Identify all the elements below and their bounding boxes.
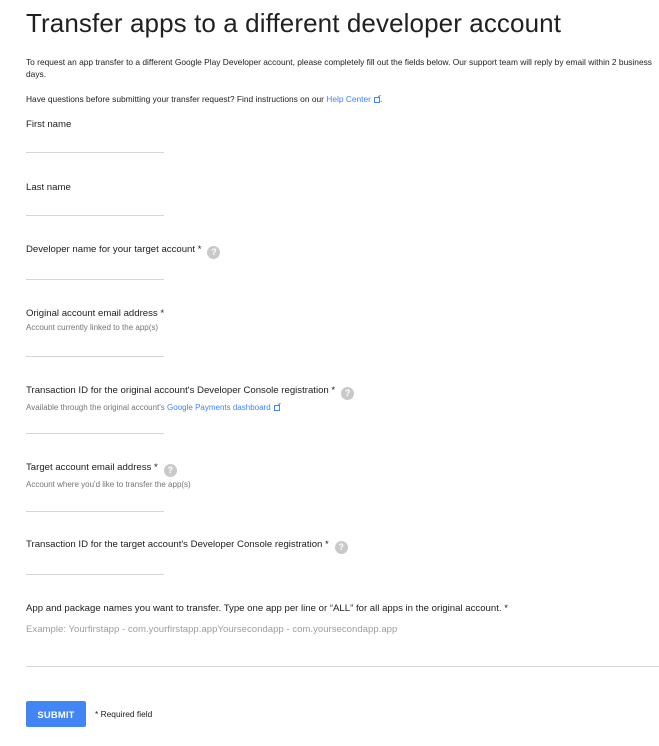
target-transaction-label-text: Transaction ID for the target account's … <box>26 539 329 550</box>
original-email-input[interactable] <box>26 342 164 357</box>
target-email-hint: Account where you'd like to transfer the… <box>26 480 191 489</box>
original-transaction-hint-text: Available through the original account's <box>26 403 165 412</box>
submit-button[interactable]: SUBMIT <box>26 701 86 727</box>
first-name-input[interactable] <box>26 138 164 153</box>
first-name-label: First name <box>26 119 72 130</box>
google-payments-dashboard-link-label: Google Payments dashboard <box>167 403 271 412</box>
developer-name-label-text: Developer name for your target account * <box>26 244 202 255</box>
original-email-label: Original account email address * <box>26 308 165 319</box>
last-name-field: Last name <box>26 181 71 194</box>
developer-name-label: Developer name for your target account *… <box>26 243 221 259</box>
last-name-input[interactable] <box>26 201 164 216</box>
original-transaction-hint: Available through the original account's… <box>26 403 354 412</box>
questions-text: Have questions before submitting your tr… <box>26 94 656 106</box>
target-email-label-text: Target account email address * <box>26 462 158 473</box>
developer-name-field: Developer name for your target account *… <box>26 243 221 259</box>
help-center-link-label: Help Center <box>326 94 371 104</box>
first-name-field: First name <box>26 118 71 131</box>
apps-label: App and package names you want to transf… <box>26 603 508 614</box>
target-transaction-field: Transaction ID for the target account's … <box>26 538 348 554</box>
original-email-field: Original account email address * Account… <box>26 307 164 332</box>
target-email-input[interactable] <box>26 497 164 512</box>
last-name-label: Last name <box>26 182 71 193</box>
apps-field: App and package names you want to transf… <box>26 602 508 615</box>
intro-text: To request an app transfer to a differen… <box>26 57 652 79</box>
apps-placeholder: Example: Yourfirstapp - com.yourfirstapp… <box>26 624 398 635</box>
apps-textarea[interactable]: Example: Yourfirstapp - com.yourfirstapp… <box>26 620 659 667</box>
google-payments-dashboard-link[interactable]: Google Payments dashboard <box>167 403 280 412</box>
target-email-label: Target account email address *? <box>26 461 191 477</box>
original-transaction-input[interactable] <box>26 419 164 434</box>
page-title: Transfer apps to a different developer a… <box>26 8 562 38</box>
original-transaction-label: Transaction ID for the original account'… <box>26 384 355 400</box>
required-field-note: * Required field <box>95 709 153 719</box>
help-icon[interactable]: ? <box>334 541 348 554</box>
external-link-icon <box>373 97 380 103</box>
help-center-link[interactable]: Help Center <box>326 94 380 104</box>
help-icon[interactable]: ? <box>163 464 177 477</box>
developer-name-input[interactable] <box>26 265 164 280</box>
original-email-hint: Account currently linked to the app(s) <box>26 323 159 332</box>
original-transaction-field: Transaction ID for the original account'… <box>26 384 355 412</box>
target-email-field: Target account email address *? Account … <box>26 461 191 489</box>
original-transaction-label-text: Transaction ID for the original account'… <box>26 385 336 396</box>
target-transaction-label: Transaction ID for the target account's … <box>26 538 348 554</box>
help-icon[interactable]: ? <box>207 246 221 259</box>
help-icon[interactable]: ? <box>341 387 355 400</box>
external-link-icon <box>273 405 280 411</box>
questions-prefix: Have questions before submitting your tr… <box>26 94 324 104</box>
target-transaction-input[interactable] <box>26 560 164 575</box>
